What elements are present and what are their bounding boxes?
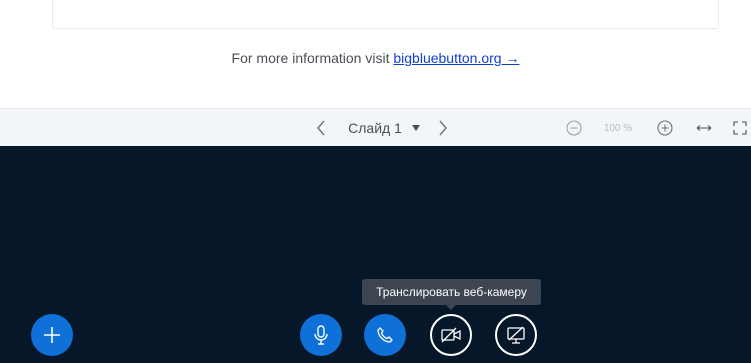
slide-label: Слайд 1 (348, 120, 402, 136)
fit-width-icon (696, 125, 712, 131)
slide-dropdown-button[interactable] (409, 109, 423, 147)
microphone-icon (314, 325, 328, 345)
microphone-button[interactable] (300, 314, 342, 356)
fullscreen-icon (733, 121, 747, 135)
chevron-left-icon (317, 120, 325, 136)
screenshare-off-icon (507, 326, 525, 344)
info-line: For more information visit bigbluebutton… (0, 50, 751, 66)
fit-to-width-button[interactable] (693, 109, 715, 147)
slide-selector[interactable]: Слайд 1 (345, 109, 405, 147)
presentation-area: For more information visit bigbluebutton… (0, 0, 751, 108)
zoom-in-icon (657, 120, 673, 136)
prev-slide-button[interactable] (311, 109, 331, 147)
zoom-out-button[interactable] (564, 109, 584, 147)
chevron-right-icon (439, 120, 447, 136)
presentation-toolbar: Слайд 1 100 % (0, 108, 751, 146)
caret-down-icon (412, 125, 420, 131)
next-slide-button[interactable] (433, 109, 453, 147)
zoom-value: 100 % (603, 122, 633, 134)
webcam-tooltip: Транслировать веб-камеру (362, 279, 541, 310)
zoom-in-button[interactable] (655, 109, 675, 147)
slide-card (52, 0, 719, 29)
plus-icon (44, 327, 60, 343)
phone-icon (377, 327, 393, 343)
tooltip-text: Транслировать веб-камеру (376, 285, 527, 299)
fullscreen-button[interactable] (731, 109, 749, 147)
bigbluebutton-link[interactable]: bigbluebutton.org → (393, 50, 519, 66)
webcam-off-icon (441, 327, 461, 343)
actions-button[interactable] (31, 314, 73, 356)
phone-button[interactable] (364, 314, 406, 356)
webcam-button[interactable] (430, 314, 472, 356)
zoom-level: 100 % (597, 109, 639, 147)
zoom-out-icon (566, 120, 582, 136)
screenshare-button[interactable] (495, 314, 537, 356)
info-prefix: For more information visit (231, 50, 394, 66)
